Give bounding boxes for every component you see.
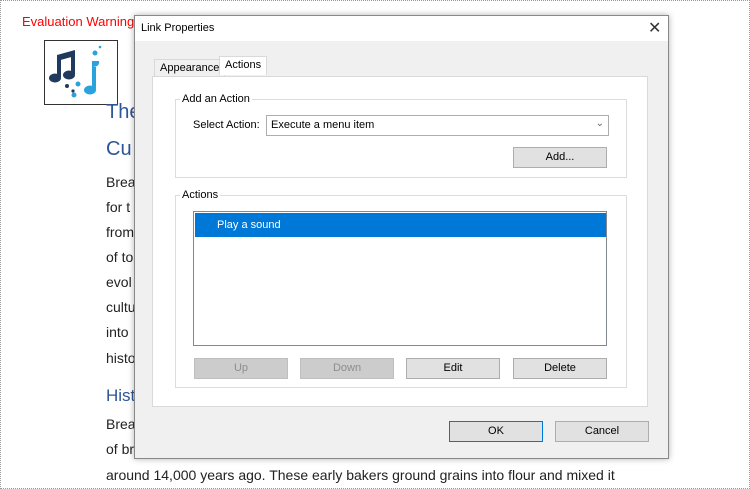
list-item-label: Play a sound <box>217 219 281 231</box>
actions-group-label: Actions <box>180 189 221 201</box>
actions-listbox[interactable]: Play a sound <box>193 211 607 346</box>
cancel-button[interactable]: Cancel <box>555 421 649 442</box>
doc-line: cultu <box>106 299 136 315</box>
tab-appearance[interactable]: Appearance <box>154 59 226 76</box>
select-action-value: Execute a menu item <box>271 119 375 131</box>
doc-line: Brea <box>106 174 136 190</box>
tab-actions[interactable]: Actions <box>219 56 268 75</box>
dialog-title: Link Properties <box>141 22 215 34</box>
doc-line: evol <box>106 274 132 290</box>
doc-line: from <box>106 224 134 240</box>
doc-line: for t <box>106 199 131 215</box>
close-icon[interactable]: ✕ <box>648 18 661 38</box>
music-logo-image <box>44 40 118 105</box>
link-properties-dialog: Link Properties ✕ Appearance Actions Add… <box>134 15 669 459</box>
down-button[interactable]: Down <box>300 358 394 379</box>
add-action-group-label: Add an Action <box>180 93 252 105</box>
title-bar[interactable]: Link Properties ✕ <box>135 16 668 41</box>
chevron-down-icon: ⌄ <box>595 118 604 129</box>
ok-button[interactable]: OK <box>449 421 543 442</box>
actions-panel: Add an Action Select Action: Execute a m… <box>152 76 648 407</box>
select-action-label: Select Action: <box>193 119 260 131</box>
doc-line: of br <box>106 441 135 457</box>
doc-line: of to <box>106 249 134 265</box>
evaluation-warning: Evaluation Warning <box>22 14 135 29</box>
doc-heading-history: Hist <box>106 386 136 405</box>
up-button[interactable]: Up <box>194 358 288 379</box>
doc-line: into <box>106 324 129 340</box>
list-item[interactable]: Play a sound <box>195 213 606 237</box>
doc-line: histo <box>106 350 136 366</box>
delete-button[interactable]: Delete <box>513 358 607 379</box>
doc-line: around 14,000 years ago. These early bak… <box>106 467 615 483</box>
doc-line: Brea <box>106 416 136 432</box>
doc-subheading: Cu <box>106 138 132 160</box>
select-action-dropdown[interactable]: Execute a menu item ⌄ <box>266 115 609 136</box>
add-button[interactable]: Add... <box>513 147 607 168</box>
edit-button[interactable]: Edit <box>406 358 500 379</box>
